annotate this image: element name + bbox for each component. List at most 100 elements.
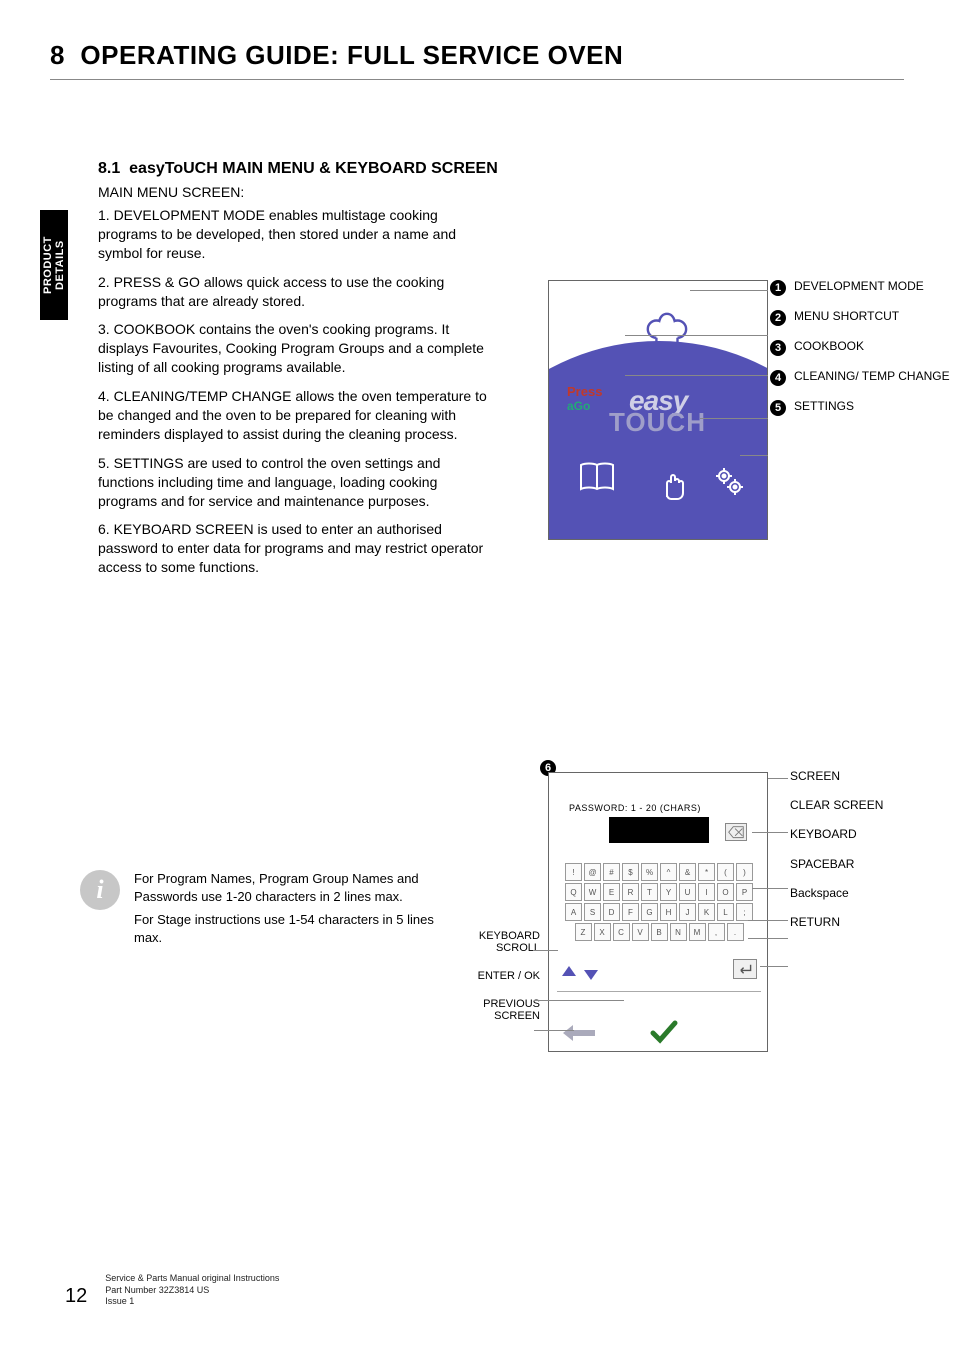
keyboard-key[interactable]: R bbox=[622, 883, 639, 901]
keyboard-key[interactable]: ^ bbox=[660, 863, 677, 881]
keyboard-key[interactable]: H bbox=[660, 903, 677, 921]
keyboard-key[interactable]: P bbox=[736, 883, 753, 901]
keyboard-key[interactable]: . bbox=[727, 923, 744, 941]
keyboard-key[interactable]: G bbox=[641, 903, 658, 921]
clear-screen-button[interactable] bbox=[725, 823, 747, 841]
section-title: 8.1 easyToUCH MAIN MENU & KEYBOARD SCREE… bbox=[98, 160, 498, 178]
enter-ok-button[interactable] bbox=[649, 1019, 679, 1050]
paragraph: 5. SETTINGS are used to control the oven… bbox=[98, 454, 498, 511]
keyboard-key[interactable]: U bbox=[679, 883, 696, 901]
callout-label: CLEAR SCREEN bbox=[790, 799, 883, 812]
connector-line bbox=[690, 290, 768, 291]
keyboard-key[interactable]: & bbox=[679, 863, 696, 881]
keyboard-key[interactable]: Q bbox=[565, 883, 582, 901]
paragraph: 6. KEYBOARD SCREEN is used to enter an a… bbox=[98, 520, 498, 577]
keyboard-key[interactable]: N bbox=[670, 923, 687, 941]
section-number: 8.1 bbox=[98, 160, 120, 177]
callout-number: 2 bbox=[770, 310, 786, 326]
chapter-number: 8 bbox=[50, 40, 65, 70]
scroll-up-icon[interactable] bbox=[559, 963, 579, 983]
keyboard-key[interactable]: A bbox=[565, 903, 582, 921]
callout-label: RETURN bbox=[790, 916, 883, 929]
callout-item: 1DEVELOPMENT MODE bbox=[770, 280, 950, 296]
keyboard-key[interactable]: ; bbox=[736, 903, 753, 921]
keyboard-key[interactable]: Z bbox=[575, 923, 592, 941]
callout-number: 3 bbox=[770, 340, 786, 356]
connector-line bbox=[534, 950, 558, 951]
chapter-title: 8 OPERATING GUIDE: FULL SERVICE OVEN bbox=[50, 40, 904, 71]
callout-item: 4 CLEANING/ TEMP CHANGE bbox=[770, 370, 950, 386]
main-menu-callouts: 1DEVELOPMENT MODE 2 MENU SHORTCUT 3 COOKBO… bbox=[770, 280, 950, 430]
connector-line bbox=[700, 418, 768, 419]
keyboard-key[interactable]: K bbox=[698, 903, 715, 921]
background-curve bbox=[548, 341, 768, 540]
keyboard-key[interactable]: L bbox=[717, 903, 734, 921]
keyboard-key[interactable]: * bbox=[698, 863, 715, 881]
keyboard-key[interactable]: $ bbox=[622, 863, 639, 881]
connector-line bbox=[534, 1000, 624, 1001]
info-icon: i bbox=[80, 870, 120, 910]
keyboard-key[interactable]: ( bbox=[717, 863, 734, 881]
callout-item: 3 COOKBOOK bbox=[770, 340, 950, 356]
keyboard-key[interactable]: ! bbox=[565, 863, 582, 881]
keyboard-key[interactable]: T bbox=[641, 883, 658, 901]
paragraph: 1. DEVELOPMENT MODE enables multistage c… bbox=[98, 206, 498, 263]
keyboard-key[interactable]: S bbox=[584, 903, 601, 921]
keyboard-key[interactable]: C bbox=[613, 923, 630, 941]
callout-number: 4 bbox=[770, 370, 786, 386]
press-and-go-icon[interactable]: Press aGo bbox=[567, 385, 602, 412]
keyboard-key[interactable]: W bbox=[584, 883, 601, 901]
callout-label: KEYBOARD SCROLL bbox=[448, 930, 540, 954]
logo-touch: TOUCH bbox=[609, 407, 706, 438]
connector-line bbox=[625, 335, 768, 336]
callout-label: COOKBOOK bbox=[794, 340, 864, 353]
keyboard-right-callouts: SCREEN CLEAR SCREEN KEYBOARD SPACEBAR Ba… bbox=[790, 770, 883, 945]
keyboard-key[interactable]: ) bbox=[736, 863, 753, 881]
callout-item: 5SETTINGS bbox=[770, 400, 950, 416]
chef-hat-icon[interactable] bbox=[643, 309, 689, 355]
keyboard-key[interactable]: @ bbox=[584, 863, 601, 881]
keyboard-key[interactable]: % bbox=[641, 863, 658, 881]
callout-label: MENU SHORTCUT bbox=[794, 310, 899, 323]
cleaning-hand-icon[interactable] bbox=[657, 469, 689, 501]
password-input[interactable] bbox=[609, 817, 709, 843]
footer-line: Issue 1 bbox=[105, 1296, 279, 1308]
callout-label: CLEANING/ TEMP CHANGE bbox=[794, 370, 950, 383]
keyboard-key[interactable]: O bbox=[717, 883, 734, 901]
callout-label: ENTER / OK bbox=[448, 970, 540, 982]
connector-line bbox=[534, 1030, 574, 1031]
keyboard-key[interactable]: # bbox=[603, 863, 620, 881]
paragraph: 3. COOKBOOK contains the oven's cooking … bbox=[98, 320, 498, 377]
page-header: 8 OPERATING GUIDE: FULL SERVICE OVEN bbox=[50, 40, 904, 80]
settings-gears-icon[interactable] bbox=[713, 465, 745, 497]
chapter-title-text: OPERATING GUIDE: FULL SERVICE OVEN bbox=[80, 40, 623, 70]
connector-line bbox=[625, 375, 768, 376]
return-key[interactable] bbox=[733, 959, 757, 979]
keyboard-key[interactable]: J bbox=[679, 903, 696, 921]
connector-line bbox=[748, 920, 788, 921]
callout-label: Backspace bbox=[790, 887, 883, 900]
keyboard-key[interactable]: V bbox=[632, 923, 649, 941]
keyboard-key[interactable]: B bbox=[651, 923, 668, 941]
keyboard-key[interactable]: M bbox=[689, 923, 706, 941]
keyboard-key[interactable]: I bbox=[698, 883, 715, 901]
info-text: For Program Names, Program Group Names a… bbox=[134, 870, 440, 952]
keyboard-key[interactable]: Y bbox=[660, 883, 677, 901]
keyboard-key[interactable]: D bbox=[603, 903, 620, 921]
cookbook-icon[interactable] bbox=[577, 461, 617, 495]
scroll-down-icon[interactable] bbox=[581, 963, 601, 983]
previous-screen-button[interactable] bbox=[563, 1023, 597, 1048]
keyboard-key[interactable]: E bbox=[603, 883, 620, 901]
callout-label: KEYBOARD bbox=[790, 828, 883, 841]
ago-label: aGo bbox=[567, 400, 602, 412]
callout-number: 5 bbox=[770, 400, 786, 416]
section-tab-label: PRODUCT DETAILS bbox=[42, 210, 66, 320]
paragraph: 4. CLEANING/TEMP CHANGE allows the oven … bbox=[98, 387, 498, 444]
footer-line: Part Number 32Z3814 US bbox=[105, 1285, 279, 1297]
keyboard-key[interactable]: , bbox=[708, 923, 725, 941]
connector-line bbox=[768, 778, 788, 779]
keyboard-key[interactable]: F bbox=[622, 903, 639, 921]
keyboard-screenshot: PASSWORD: 1 - 20 (CHARS) !@#$%^&*() QWER… bbox=[548, 772, 768, 1052]
section-tab-product-details: PRODUCT DETAILS bbox=[40, 210, 68, 320]
keyboard-key[interactable]: X bbox=[594, 923, 611, 941]
